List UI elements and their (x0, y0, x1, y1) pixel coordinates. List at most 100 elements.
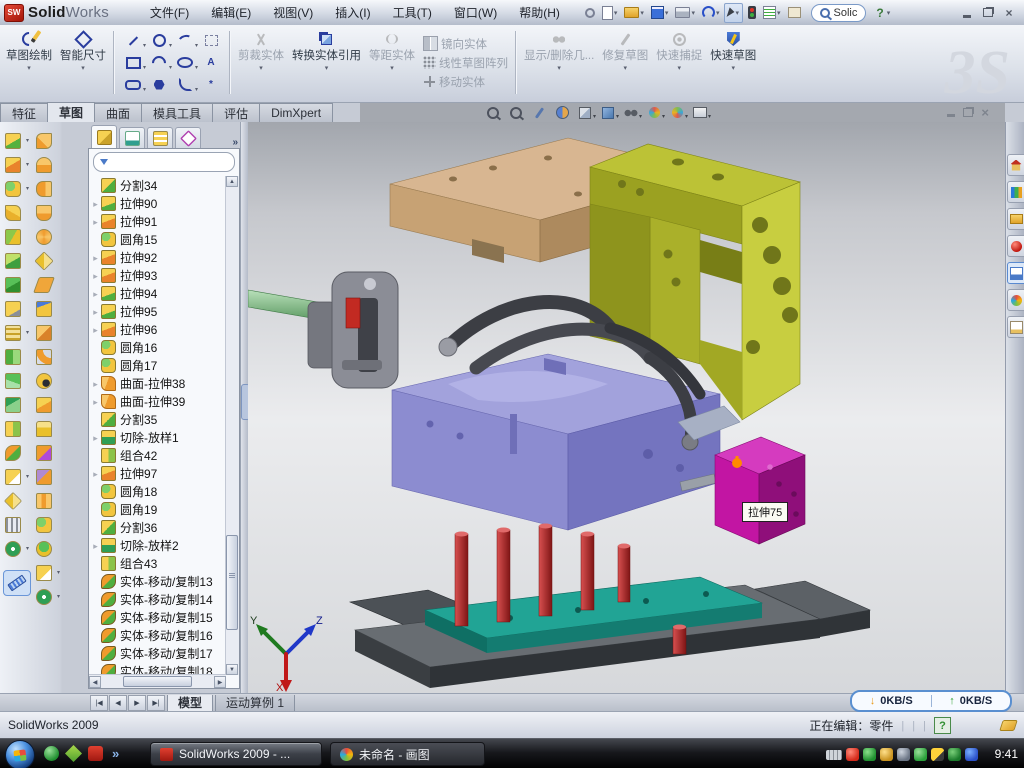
design-library[interactable] (1007, 208, 1024, 230)
draft-angle[interactable] (3, 372, 29, 390)
menu-item[interactable]: 帮助(H) (510, 1, 569, 24)
shell[interactable] (3, 396, 29, 414)
featuremanager-tab[interactable] (91, 125, 117, 148)
feature-tree-item[interactable]: 拉伸94 (90, 284, 226, 302)
tree-vertical-scrollbar[interactable]: ▲ ▼ (225, 176, 239, 675)
undo-button[interactable]: ▾ (700, 4, 722, 22)
home[interactable] (1007, 154, 1024, 176)
expand-arrow-icon[interactable] (91, 428, 100, 446)
messenger[interactable] (914, 748, 927, 761)
rib[interactable] (3, 348, 29, 366)
resources[interactable] (1007, 181, 1024, 203)
dome[interactable] (34, 204, 60, 222)
open-file-button[interactable]: ▾ (622, 4, 646, 22)
help-button[interactable]: ? (876, 6, 883, 20)
sk-circle[interactable] (146, 30, 172, 52)
comment-button[interactable] (786, 4, 803, 22)
section-view[interactable] (552, 104, 572, 121)
feature-tree-item[interactable]: 拉伸93 (90, 266, 226, 284)
command-button[interactable]: 修复草图 ▾ (598, 27, 652, 98)
menu-item[interactable]: 窗口(W) (445, 1, 506, 24)
tab-nav-button[interactable]: ▶| (147, 695, 165, 711)
command-button[interactable]: 草图绘制 ▾ (2, 27, 56, 98)
restore-button[interactable] (979, 5, 997, 20)
surface-fillet[interactable] (34, 516, 60, 534)
smart-fastener[interactable] (3, 468, 29, 486)
feature-tree-item[interactable]: 圆角18 (90, 482, 226, 500)
deform[interactable] (34, 228, 60, 246)
swept-boss[interactable] (3, 204, 29, 222)
propertymanager-tab[interactable] (119, 127, 145, 148)
measure-button[interactable] (3, 570, 31, 596)
feature-tree-item[interactable]: 实体-移动/复制14 (90, 590, 226, 608)
mid-surface[interactable] (34, 492, 60, 510)
extruded-boss[interactable] (3, 132, 29, 150)
spiral[interactable] (34, 588, 60, 606)
sk-slot[interactable] (120, 74, 146, 96)
command-row[interactable]: 移动实体 (423, 74, 508, 90)
command-tab[interactable]: 评估 (212, 103, 260, 122)
sk-point[interactable]: * (198, 74, 224, 96)
command-tab[interactable]: DimXpert (259, 103, 333, 122)
feature-tree-item[interactable]: 分割36 (90, 518, 226, 536)
command-row[interactable]: 线性草图阵列 (423, 55, 508, 71)
sk-spline[interactable] (172, 30, 198, 52)
command-button[interactable]: 快速草图 ▾ (706, 27, 760, 98)
feature-tree-item[interactable]: 拉伸91 (90, 212, 226, 230)
expand-arrow-icon[interactable] (91, 212, 100, 230)
sweep-surface[interactable] (34, 180, 60, 198)
command-button[interactable]: 等距实体 ▾ (365, 27, 419, 98)
search-input[interactable]: Solic (834, 7, 858, 19)
panel-more-button[interactable]: » (232, 137, 238, 148)
planar-surface[interactable] (34, 276, 60, 294)
feature-tree-item[interactable]: 曲面-拉伸39 (90, 392, 226, 410)
draft[interactable] (3, 276, 29, 294)
combine[interactable] (3, 420, 29, 438)
feature-tree-item[interactable]: 组合43 (90, 554, 226, 572)
doc-restore-button[interactable] (963, 105, 973, 120)
quick-messenger[interactable] (44, 746, 59, 761)
model-tab[interactable]: 模型 (167, 695, 213, 712)
sync[interactable] (965, 748, 978, 761)
options-button[interactable]: ▾ (761, 4, 783, 22)
feature-tree-item[interactable]: 曲面-拉伸38 (90, 374, 226, 392)
security-shield[interactable] (863, 748, 876, 761)
scroll-right-icon[interactable]: ▶ (214, 676, 226, 688)
feature-tree-item[interactable]: 圆角17 (90, 356, 226, 374)
keyboard-indicator[interactable] (826, 750, 842, 760)
sk-polygon[interactable] (146, 74, 172, 96)
configurationmanager-tab[interactable] (147, 127, 173, 148)
insert-block-magenta[interactable] (715, 437, 805, 544)
antivirus[interactable] (846, 748, 859, 761)
command-button[interactable]: 快速捕捉 ▾ (652, 27, 706, 98)
command-tab[interactable]: 曲面 (94, 103, 142, 122)
hide-show-items[interactable] (621, 104, 641, 121)
expand-arrow-icon[interactable] (91, 284, 100, 302)
taskbar-task[interactable]: SolidWorks 2009 - ... (150, 742, 322, 766)
custom-properties[interactable] (1007, 316, 1024, 338)
freeform[interactable] (34, 564, 60, 582)
scroll-down-icon[interactable]: ▼ (226, 664, 238, 675)
command-tab[interactable]: 草图 (47, 102, 95, 122)
scroll-up-icon[interactable]: ▲ (226, 176, 238, 187)
feature-tree-item[interactable]: 圆角19 (90, 500, 226, 518)
trim-surface[interactable] (34, 468, 60, 486)
thicken[interactable] (34, 324, 60, 342)
elbow[interactable] (34, 348, 60, 366)
tree-horizontal-scrollbar[interactable]: ◀ ▶ (89, 674, 226, 688)
linear-pattern[interactable] (3, 324, 29, 342)
update-badge[interactable] (880, 748, 893, 761)
feature-tree-item[interactable]: 拉伸97 (90, 464, 226, 482)
file-explorer[interactable] (1007, 235, 1024, 257)
replace-face[interactable] (34, 396, 60, 414)
untrim-surface[interactable] (34, 420, 60, 438)
menu-item[interactable]: 文件(F) (141, 1, 198, 24)
helix[interactable] (3, 540, 29, 558)
command-tab[interactable]: 模具工具 (141, 103, 213, 122)
expand-arrow-icon[interactable] (91, 374, 100, 392)
extruded-cut[interactable] (3, 156, 29, 174)
feature-tree-item[interactable]: 圆角16 (90, 338, 226, 356)
volume[interactable] (897, 748, 910, 761)
feature-tree-item[interactable]: 拉伸90 (90, 194, 226, 212)
dimxpertmanager-tab[interactable] (175, 127, 201, 148)
